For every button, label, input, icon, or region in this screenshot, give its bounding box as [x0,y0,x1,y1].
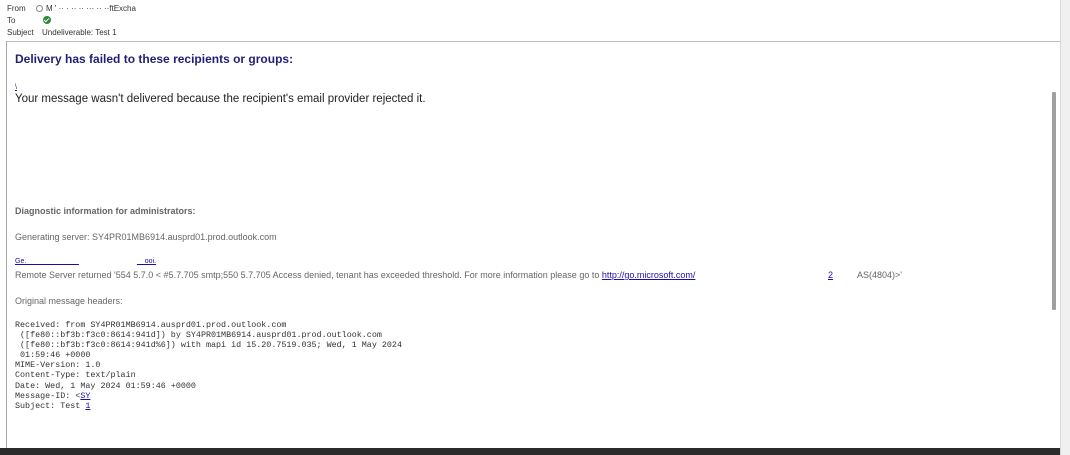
remote-prefix: Remote Server returned '554 5.7.0 < #5.7… [15,270,602,280]
scrollbar-thumb[interactable] [1052,92,1056,310]
from-row: From M ' ·· · ·· ·· ··· ·· ··ftExcha [7,4,136,14]
message-id-label: Message-ID: < [15,390,81,401]
side-strip [1060,0,1070,455]
subject-row: Subject Undeliverable: Test 1 [7,28,117,38]
original-headers: Received: from SY4PR01MB6914.ausprd01.pr… [15,320,402,411]
original-headers-title: Original message headers: [15,296,123,306]
message-header: From M ' ·· · ·· ·· ··· ·· ··ftExcha To S… [0,0,1060,42]
subject-line-prefix: Subject: Test [15,400,86,411]
server-link-2[interactable]: __ooi. [137,258,156,265]
presence-icon [36,5,43,12]
taskbar-edge [0,448,1060,455]
microsoft-link[interactable]: http://go.microsoft.com/ [602,270,696,280]
to-row: To [7,16,36,26]
generating-server: Generating server: SY4PR01MB6914.ausprd0… [15,232,277,242]
from-value[interactable]: M ' ·· · ·· ·· ··· ·· ··ftExcha [46,4,136,13]
recipient-link[interactable]: \ [15,84,17,91]
failure-headline: Delivery has failed to these recipients … [15,52,294,66]
subject-label: Subject [7,28,34,37]
failure-message: Your message wasn't delivered because th… [15,93,426,105]
server-link[interactable]: Ge. _____________ [15,258,79,265]
from-label: From [7,4,26,13]
headers-text: Received: from SY4PR01MB6914.ausprd01.pr… [15,320,402,391]
check-icon [43,16,51,24]
subject-line-link[interactable]: 1 [85,401,90,411]
subject-value: Undeliverable: Test 1 [42,28,117,37]
diagnostic-title: Diagnostic information for administrator… [15,206,196,216]
remote-server-text: Remote Server returned '554 5.7.0 < #5.7… [15,270,902,280]
to-label: To [7,16,16,25]
remote-num-link[interactable]: 2 [828,270,833,280]
message-id-link[interactable]: SY [80,391,90,401]
remote-suffix: AS(4804)>' [857,270,902,280]
